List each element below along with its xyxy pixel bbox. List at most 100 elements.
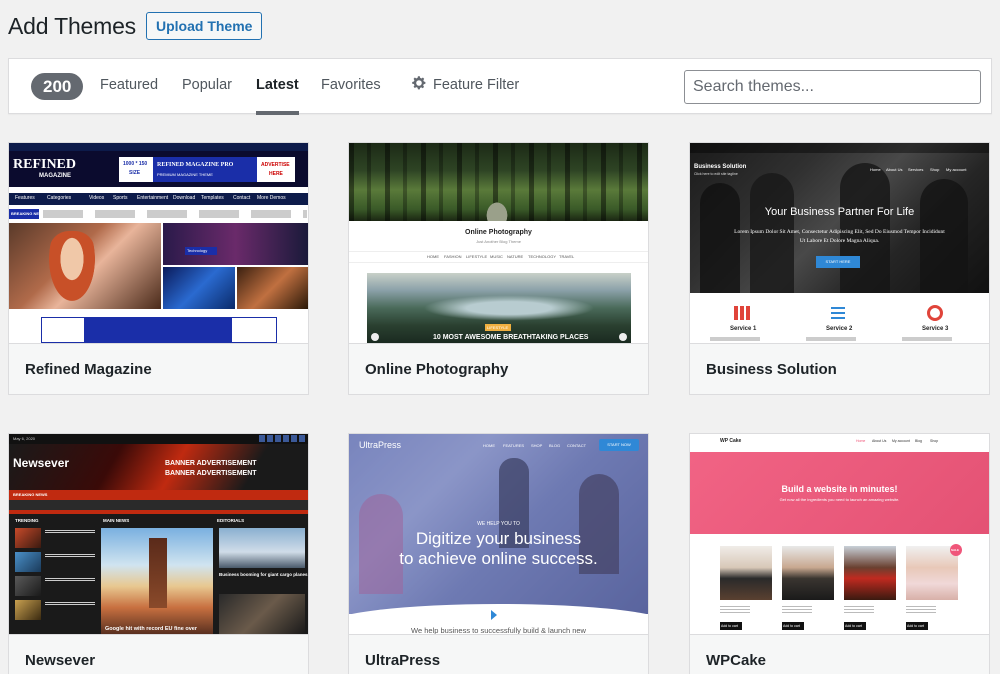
preview-nav-item: About Us	[872, 439, 887, 443]
theme-card-newsever[interactable]: May 6, 2020 Newsever BANNER ADVERTISEMEN…	[8, 433, 309, 674]
preview-caption: Business booming for giant cargo planes	[219, 572, 308, 577]
theme-card-ultrapress[interactable]: UltraPress HOME FEATURES SHOP BLOG CONTA…	[348, 433, 649, 674]
preview-footer-text: We help business to successfully build &…	[411, 626, 586, 634]
preview-breaking: BREAKING NEWS	[11, 211, 46, 216]
preview-kicker: WE HELP YOU TO	[477, 521, 520, 527]
preview-nav-item: Templates	[201, 195, 224, 201]
preview-section: EDITORIALS	[217, 518, 245, 523]
preview-nav-item: LIFESTYLE	[466, 254, 488, 259]
preview-post-title: 10 MOST AWESOME BREATHTAKING PLACES	[433, 334, 589, 341]
theme-name: Online Photography	[349, 343, 648, 394]
preview-nav-item: CONTACT	[567, 443, 587, 448]
preview-ad-title: REFINED MAGAZINE PRO	[157, 162, 234, 168]
preview-logo: UltraPress	[359, 440, 402, 450]
preview-breaking: BREAKING NEWS	[13, 492, 48, 497]
feature-filter-button[interactable]: Feature Filter	[411, 59, 519, 115]
preview-ad-sub: PREMIUM MAGAZINE THEME	[157, 172, 213, 177]
preview-tag: Technology	[187, 248, 208, 253]
theme-count-badge: 200	[31, 73, 84, 100]
preview-lead: Lorem Ipsum Dolor Sit Amet, Consectetur …	[734, 229, 945, 235]
preview-nav-item: SHOP	[531, 443, 543, 448]
preview-nav-item: Blog	[915, 439, 923, 443]
preview-nav-item: Videos	[89, 195, 105, 201]
tab-latest[interactable]: Latest	[256, 59, 299, 115]
theme-name: Business Solution	[690, 343, 989, 394]
preview-logo: Newsever	[13, 456, 70, 470]
theme-card-refined-magazine[interactable]: REFINED MAGAZINE 1000 * 150 SIZE REFINED…	[8, 142, 309, 395]
preview-lead: Ut Labore Et Dolore Magna Aliqua.	[799, 238, 880, 244]
preview-tagline: Just Another Blog Theme	[476, 239, 521, 244]
preview-logo: WP Cake	[720, 438, 742, 444]
preview-cta: START HERE	[825, 259, 851, 264]
preview-brand-sub: Click here to edit site tagline	[694, 172, 738, 176]
preview-headline: to achieve online success.	[399, 549, 598, 568]
gear-icon	[412, 76, 426, 90]
preview-nav-item: Sports	[113, 195, 128, 201]
preview-ad-size: 1000 * 150	[123, 161, 148, 167]
tab-favorites[interactable]: Favorites	[321, 59, 381, 115]
preview-ad-size2: SIZE	[129, 170, 141, 176]
preview-nav-item: Shop	[930, 439, 939, 443]
upload-theme-button[interactable]: Upload Theme	[145, 12, 263, 40]
preview-headline: Digitize your business	[415, 529, 582, 548]
preview-nav-item: Shop	[930, 167, 940, 172]
theme-screenshot: REFINED MAGAZINE 1000 * 150 SIZE REFINED…	[9, 143, 308, 343]
preview-hero-sub: Get now all the ingredients you need to …	[779, 497, 900, 502]
preview-nav-item: My account	[892, 439, 910, 443]
theme-card-business-solution[interactable]: Business Solution Click here to edit sit…	[689, 142, 990, 395]
preview-nav-item: BLOG	[549, 443, 561, 448]
preview-nav-item: Home	[856, 439, 866, 443]
theme-screenshot: WP Cake Home About Us My account Blog Sh…	[690, 434, 989, 634]
preview-nav-item: Services	[908, 167, 924, 172]
preview-tag: LIFESTYLE	[487, 325, 509, 330]
preview-nav-item: More Demos	[257, 195, 286, 201]
theme-screenshot: May 6, 2020 Newsever BANNER ADVERTISEMEN…	[9, 434, 308, 634]
preview-nav-item: Categories	[47, 195, 72, 201]
preview-headline: Your Business Partner For Life	[764, 206, 915, 218]
preview-service: Service 2	[826, 326, 853, 332]
preview-nav-item: TRAVEL	[559, 254, 575, 259]
preview-add-to-cart: Add to cart	[845, 623, 862, 628]
preview-add-to-cart: Add to cart	[907, 623, 924, 628]
preview-nav-item: Home	[870, 167, 881, 172]
preview-site-title: Online Photography	[465, 229, 532, 236]
theme-name: UltraPress	[349, 634, 648, 674]
preview-nav-item: Features	[15, 195, 35, 201]
preview-nav-item: FEATURES	[503, 443, 525, 448]
preview-nav-item: Contact	[233, 195, 251, 201]
preview-date: May 6, 2020	[13, 436, 36, 441]
preview-nav-item: FASHION	[444, 254, 462, 259]
theme-screenshot: Online Photography Just Another Blog The…	[349, 143, 648, 343]
preview-nav-item: HOME	[427, 254, 439, 259]
preview-nav-item: HOME	[483, 443, 495, 448]
feature-filter-label: Feature Filter	[433, 77, 520, 93]
theme-name: Refined Magazine	[9, 343, 308, 394]
preview-service: Service 3	[922, 326, 949, 332]
theme-card-wpcake[interactable]: WP Cake Home About Us My account Blog Sh…	[689, 433, 990, 674]
theme-name: WPCake	[690, 634, 989, 674]
preview-section: MAIN NEWS	[103, 518, 130, 523]
preview-nav-item: NATURE	[507, 254, 524, 259]
search-themes-input[interactable]	[684, 70, 981, 104]
preview-ad-cta2: HERE	[269, 171, 283, 177]
preview-section: TRENDING	[15, 518, 39, 523]
preview-add-to-cart: Add to cart	[783, 623, 800, 628]
theme-filter-bar: 200 Featured Popular Latest Favorites Fe…	[8, 58, 992, 115]
preview-add-to-cart: Add to cart	[721, 623, 738, 628]
page-header: Add Themes Upload Theme	[8, 10, 263, 42]
theme-name: Newsever	[9, 634, 308, 674]
preview-banner: BANNER ADVERTISEMENT	[165, 470, 257, 477]
theme-screenshot: UltraPress HOME FEATURES SHOP BLOG CONTA…	[349, 434, 648, 634]
tab-popular[interactable]: Popular	[182, 59, 232, 115]
preview-hero-title: Build a website in minutes!	[781, 484, 898, 494]
theme-screenshot: Business Solution Click here to edit sit…	[690, 143, 989, 343]
preview-nav-item: About Us	[886, 167, 903, 172]
preview-banner: BANNER ADVERTISEMENT	[165, 460, 257, 467]
preview-nav-item: MUSIC	[490, 254, 503, 259]
theme-card-online-photography[interactable]: Online Photography Just Another Blog The…	[348, 142, 649, 395]
tab-featured[interactable]: Featured	[100, 59, 158, 115]
preview-nav-item: Entertainment	[137, 195, 169, 201]
preview-caption: Google hit with record EU fine over	[105, 626, 197, 632]
preview-logo-sub: MAGAZINE	[39, 173, 71, 179]
preview-cta: START NOW	[607, 442, 631, 447]
